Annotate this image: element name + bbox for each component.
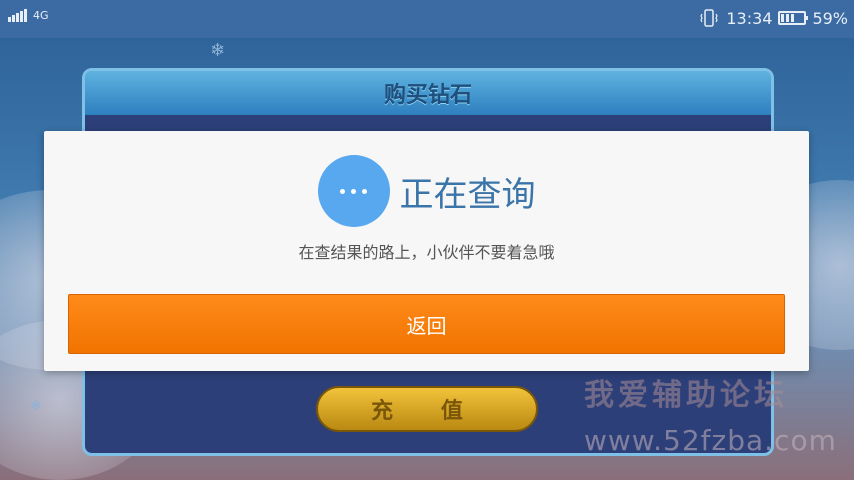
recharge-button[interactable]: 充 值	[316, 386, 538, 432]
snowflake-icon: ❄	[30, 398, 42, 414]
battery-percent: 59%	[812, 8, 848, 28]
dialog-title: 正在查询	[399, 174, 536, 215]
panel-header: 购买钻石	[85, 71, 771, 115]
screen: ❄ ❄ 购买钻石 充 值 我爱辅助论坛 www.52fzba.com 4G 13…	[0, 0, 854, 480]
watermark-url: www.52fzba.com	[584, 424, 837, 457]
signal-icon	[8, 8, 27, 22]
back-button[interactable]: 返回	[68, 294, 785, 354]
snowflake-icon: ❄	[210, 40, 226, 61]
network-type: 4G	[33, 8, 49, 22]
watermark-text: 我爱辅助论坛	[584, 378, 788, 413]
status-bar: 4G 13:34 59%	[0, 0, 854, 38]
battery-icon	[778, 11, 809, 25]
vibrate-icon	[698, 8, 720, 28]
dialog-message: 在查结果的路上，小伙伴不要着急哦	[298, 243, 555, 262]
clock: 13:34	[726, 8, 773, 28]
loading-dots-icon	[317, 155, 390, 227]
query-dialog: 正在查询 在查结果的路上，小伙伴不要着急哦 返回	[44, 131, 809, 371]
panel-title: 购买钻石	[383, 83, 472, 108]
